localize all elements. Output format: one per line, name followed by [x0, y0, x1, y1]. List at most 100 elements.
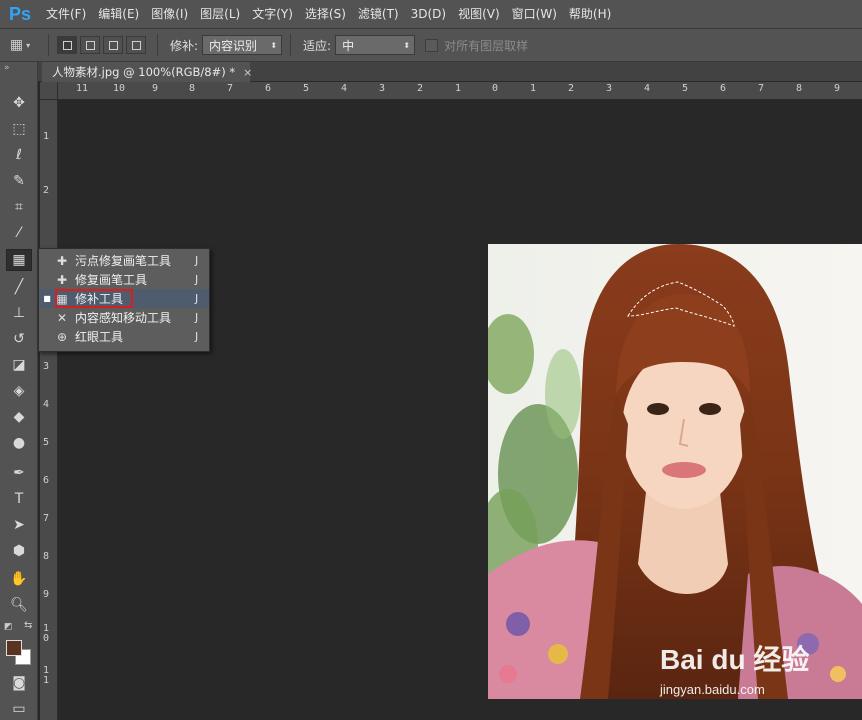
history-brush-tool-icon[interactable]: ↺	[6, 328, 32, 350]
flyout-item-spot-healing-brush[interactable]: ✚ 污点修复画笔工具 J	[39, 251, 209, 270]
foreground-color-swatch[interactable]	[6, 640, 22, 656]
selected-bullet-icon: ■	[43, 294, 51, 303]
document-title: 人物素材.jpg @ 100%(RGB/8#) *	[52, 65, 236, 79]
ruler-label: 6	[43, 475, 50, 486]
document-tab[interactable]: 人物素材.jpg @ 100%(RGB/8#) * ×	[42, 62, 252, 82]
ruler-label: 4	[341, 83, 348, 94]
menu-layer[interactable]: 图层(L)	[194, 0, 246, 28]
flyout-item-shortcut: J	[195, 311, 199, 324]
new-selection-icon	[62, 40, 72, 50]
ruler-label: 3	[43, 361, 50, 372]
patch-tool-icon[interactable]: ▦	[6, 249, 32, 271]
menu-image[interactable]: 图像(I)	[145, 0, 194, 28]
flyout-item-healing-brush[interactable]: ✚ 修复画笔工具 J	[39, 270, 209, 289]
ruler-label: 5	[682, 83, 689, 94]
ruler-label: 11	[76, 83, 89, 94]
zoom-tool-icon[interactable]: 🔍︎	[6, 594, 32, 616]
horizontal-ruler[interactable]: 11 10 9 8 7 6 5 4 3 2 1 0 1 2 3 4 5 6 7 …	[58, 82, 862, 100]
panel-collapse-icon[interactable]: »	[0, 62, 37, 76]
menu-filter[interactable]: 滤镜(T)	[352, 0, 405, 28]
content-aware-move-icon: ✕	[56, 310, 68, 325]
lasso-tool-icon[interactable]: ℓ	[6, 144, 32, 166]
path-selection-tool-icon[interactable]: ➤	[6, 514, 32, 536]
portrait-photo[interactable]: Bai du 经验 jingyan.baidu.com	[488, 244, 862, 699]
brush-tool-icon[interactable]: ╱	[6, 276, 32, 298]
adapt-value: 中	[342, 38, 355, 53]
photoshop-logo: Ps	[8, 3, 32, 24]
red-eye-icon: ⊕	[56, 329, 68, 344]
close-icon[interactable]: ×	[243, 66, 252, 79]
options-bar: ▦ ▾ 修补: 内容识别 ⬍ 适应: 中 ⬍ 对所有图层取样	[0, 28, 862, 62]
ruler-label: 1 1	[43, 665, 50, 686]
crop-tool-icon[interactable]: ⌗	[6, 196, 32, 218]
ruler-label: 5	[303, 83, 310, 94]
flyout-item-shortcut: J	[195, 273, 199, 286]
hand-tool-icon[interactable]: ✋	[6, 568, 32, 590]
menu-help[interactable]: 帮助(H)	[563, 0, 617, 28]
adapt-label: 适应:	[303, 38, 332, 53]
tool-preset-picker[interactable]: ▦ ▾	[0, 37, 40, 53]
separator	[48, 34, 49, 56]
document-tab-bar: 人物素材.jpg @ 100%(RGB/8#) * ×	[38, 62, 862, 82]
ruler-origin[interactable]	[40, 82, 58, 100]
dodge-tool-icon[interactable]: ●	[6, 432, 32, 454]
add-selection-button[interactable]	[80, 36, 100, 54]
select-arrows-icon: ⬍	[270, 40, 278, 50]
adapt-select[interactable]: 中 ⬍	[335, 35, 416, 55]
healing-brush-icon: ✚	[56, 272, 68, 287]
menu-type[interactable]: 文字(Y)	[246, 0, 299, 28]
pen-tool-icon[interactable]: ✒	[6, 462, 32, 484]
flyout-item-shortcut: J	[195, 330, 199, 343]
ruler-label: 8	[43, 551, 50, 562]
ruler-label: 1	[530, 83, 537, 94]
menu-bar: Ps 文件(F) 编辑(E) 图像(I) 图层(L) 文字(Y) 选择(S) 滤…	[0, 0, 862, 28]
flyout-item-red-eye[interactable]: ⊕ 红眼工具 J	[39, 327, 209, 346]
default-colors-icon[interactable]: ◩	[4, 622, 13, 632]
new-selection-button[interactable]	[57, 36, 77, 54]
move-tool-icon[interactable]: ✥	[6, 92, 32, 114]
watermark-url: jingyan.baidu.com	[659, 682, 765, 697]
sample-all-layers-label: 对所有图层取样	[444, 38, 529, 53]
ruler-label: 4	[644, 83, 651, 94]
ruler-label: 3	[379, 83, 386, 94]
vertical-ruler[interactable]: 1 2 3 4 5 6 7 8 9 1 0 1 1	[40, 100, 58, 720]
ruler-label: 2	[43, 185, 50, 196]
sample-all-layers-checkbox[interactable]	[425, 38, 439, 52]
menu-select[interactable]: 选择(S)	[299, 0, 352, 28]
shape-tool-icon[interactable]: ⬢	[6, 540, 32, 562]
menu-edit[interactable]: 编辑(E)	[92, 0, 145, 28]
ruler-label: 2	[568, 83, 575, 94]
menu-view[interactable]: 视图(V)	[452, 0, 506, 28]
paint-bucket-tool-icon[interactable]: ◈	[6, 380, 32, 402]
blur-tool-icon[interactable]: ◆	[6, 406, 32, 428]
flyout-item-label: 内容感知移动工具	[75, 311, 172, 325]
ruler-label: 7	[43, 513, 50, 524]
ruler-label: 9	[834, 83, 841, 94]
patch-mode-select[interactable]: 内容识别 ⬍	[202, 35, 283, 55]
menu-window[interactable]: 窗口(W)	[506, 0, 563, 28]
flyout-item-label: 修复画笔工具	[75, 273, 148, 287]
add-selection-icon	[85, 40, 95, 50]
quick-selection-tool-icon[interactable]: ✎	[6, 170, 32, 192]
swap-colors-icon[interactable]: ⇆	[24, 620, 32, 631]
tools-panel: » ✥ ⬚ ℓ ✎ ⌗ ⁄ ▦ ╱ ⊥ ↺ ◪ ◈ ◆ ● ✒ T ➤ ⬢ ✋ …	[0, 62, 38, 720]
ruler-label: 7	[758, 83, 765, 94]
flyout-item-content-aware-move[interactable]: ✕ 内容感知移动工具 J	[39, 308, 209, 327]
clone-stamp-tool-icon[interactable]: ⊥	[6, 302, 32, 324]
screen-mode-icon[interactable]: ▭	[6, 698, 32, 720]
spot-healing-icon: ✚	[56, 253, 68, 268]
quick-mask-icon[interactable]: ◙	[6, 672, 32, 694]
separator	[157, 34, 158, 56]
menu-3d[interactable]: 3D(D)	[405, 0, 452, 28]
menu-file[interactable]: 文件(F)	[40, 0, 92, 28]
marquee-tool-icon[interactable]: ⬚	[6, 118, 32, 140]
eraser-tool-icon[interactable]: ◪	[6, 354, 32, 376]
intersect-selection-button[interactable]	[126, 36, 146, 54]
ruler-label: 1	[455, 83, 462, 94]
patch-tool-icon: ▦	[9, 37, 24, 53]
type-tool-icon[interactable]: T	[6, 488, 32, 510]
eyedropper-tool-icon[interactable]: ⁄	[6, 222, 32, 244]
ruler-label: 8	[796, 83, 803, 94]
subtract-selection-button[interactable]	[103, 36, 123, 54]
ruler-label: 6	[265, 83, 272, 94]
